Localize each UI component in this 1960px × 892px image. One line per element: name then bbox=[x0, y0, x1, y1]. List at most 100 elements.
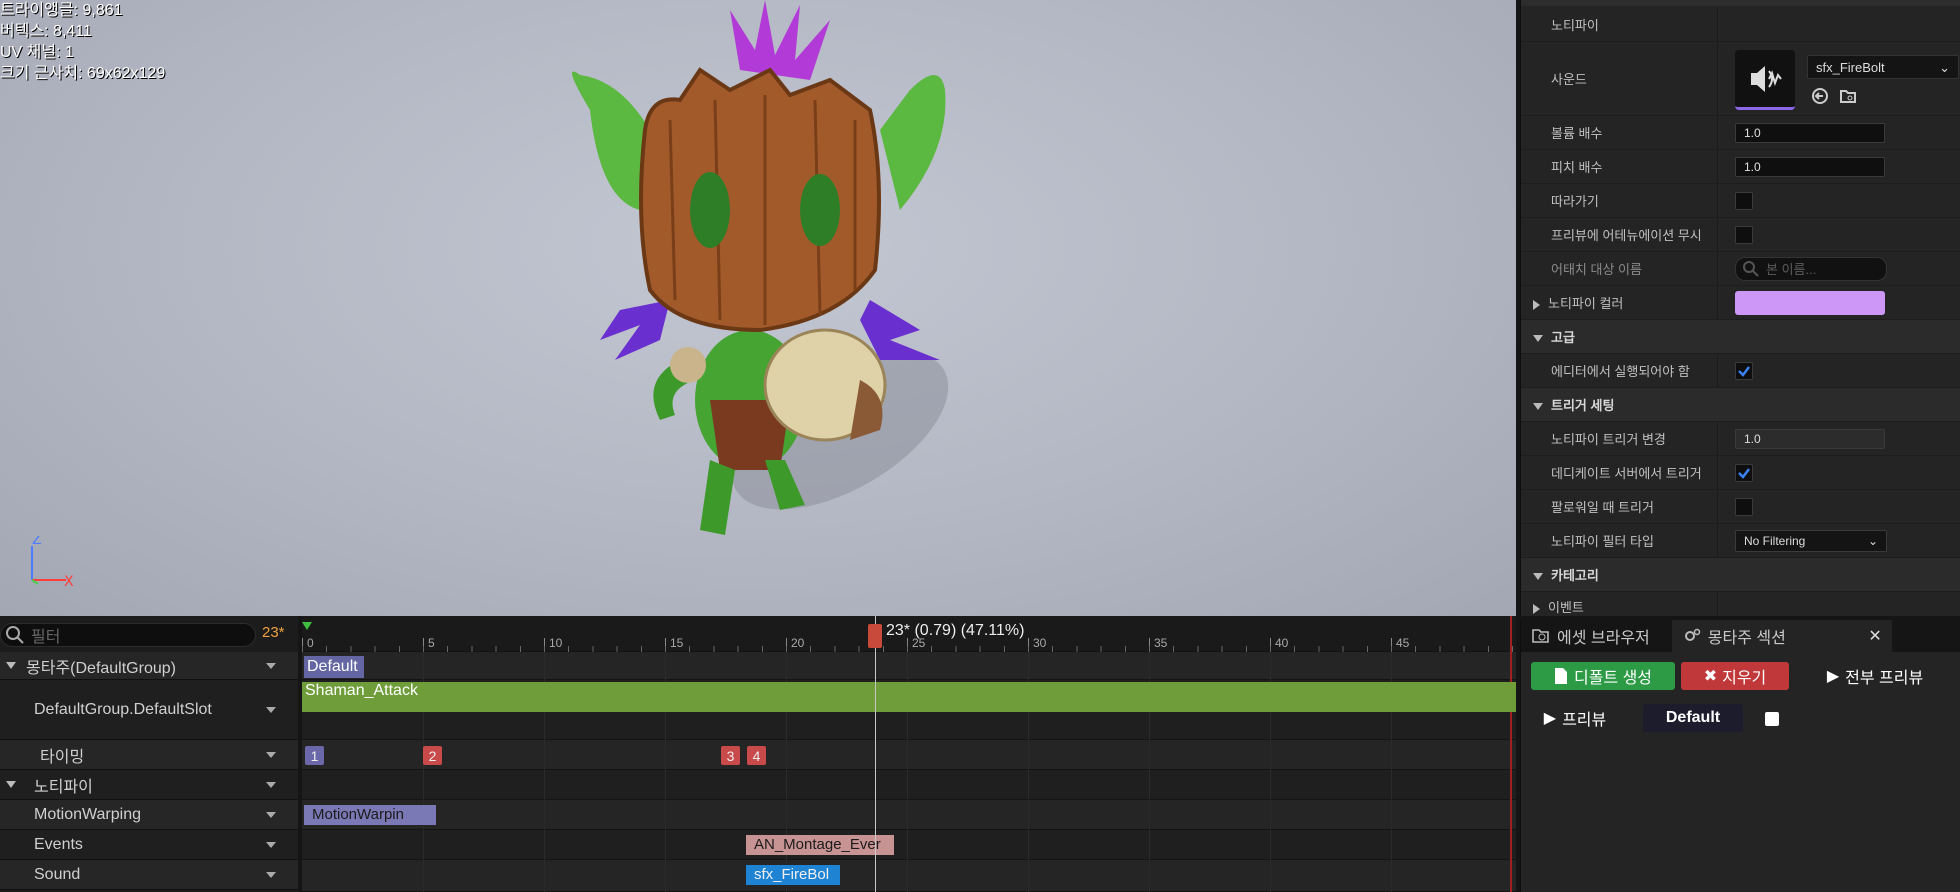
follow-label: 따라가기 bbox=[1551, 194, 1599, 209]
timing-marker-4[interactable]: 4 bbox=[747, 746, 766, 765]
sound-asset-name: sfx_FireBolt bbox=[1816, 60, 1885, 75]
tab-asset-browser[interactable]: 에셋 브라우저 bbox=[1521, 620, 1660, 652]
follow-checkbox[interactable] bbox=[1735, 191, 1753, 210]
document-icon bbox=[1554, 668, 1567, 684]
track-menu-arrow-icon[interactable] bbox=[266, 781, 276, 788]
row-follow: 따라가기 bbox=[1521, 184, 1960, 218]
notify-header-label: 노티파이 bbox=[1551, 18, 1599, 33]
attach-name-input[interactable]: 본 이름... bbox=[1735, 256, 1887, 281]
dedicated-server-checkbox[interactable] bbox=[1735, 463, 1753, 482]
axis-x-label: X bbox=[64, 574, 74, 590]
section-default-chip[interactable]: Default bbox=[1643, 704, 1743, 732]
sound-asset-picker[interactable]: sfx_FireBolt ⌄ bbox=[1807, 55, 1959, 79]
row-event: 이벤트 bbox=[1521, 592, 1960, 616]
filter-placeholder: 필터 bbox=[31, 629, 61, 646]
track-filter-input[interactable]: 필터 bbox=[0, 623, 256, 647]
row-volume: 볼륨 배수 1.0 bbox=[1521, 116, 1960, 150]
pitch-label: 피치 배수 bbox=[1551, 160, 1603, 175]
track-notify[interactable]: 노티파이 bbox=[0, 770, 298, 800]
panel-tab-bar: 에셋 브라우저 몽타주 섹션 ✕ bbox=[1521, 620, 1960, 652]
ruler-label-30: 30 bbox=[1033, 636, 1047, 650]
track-montage[interactable]: 몽타주(DefaultGroup) bbox=[0, 652, 298, 680]
anim-segment-shaman-attack[interactable]: Shaman_Attack bbox=[302, 682, 1516, 712]
notify-color-label[interactable]: 노티파이 컬러 bbox=[1521, 293, 1717, 312]
axis-gizmo: Z X bbox=[31, 536, 74, 590]
playhead-handle[interactable] bbox=[868, 624, 882, 648]
row-editor-run: 에디터에서 실행되어야 함 bbox=[1521, 354, 1960, 388]
row-follower-trigger: 팔로워일 때 트리거 bbox=[1521, 490, 1960, 524]
trigger-change-label: 노티파이 트리거 변경 bbox=[1551, 432, 1666, 447]
row-notify-color: 노티파이 컬러 bbox=[1521, 286, 1960, 320]
track-slot[interactable]: DefaultGroup.DefaultSlot bbox=[0, 680, 298, 740]
track-slot-label: DefaultGroup.DefaultSlot bbox=[34, 700, 212, 718]
end-marker[interactable] bbox=[1510, 616, 1512, 892]
section-loop-checkbox[interactable] bbox=[1765, 712, 1779, 726]
preview-button[interactable]: ▶ 프리뷰 bbox=[1535, 704, 1615, 732]
notify-color-swatch[interactable] bbox=[1735, 290, 1885, 315]
preview-viewport[interactable]: 트라이앵글: 9,861 버텍스: 8,411 UV 채널: 1 크기 근사치:… bbox=[0, 0, 1516, 616]
stat-triangles: 트라이앵글: 9,861 bbox=[0, 2, 123, 19]
track-menu-arrow-icon[interactable] bbox=[266, 811, 276, 818]
row-dedicated-server: 데디케이트 서버에서 트리거 bbox=[1521, 456, 1960, 490]
notify-motion-warping[interactable]: MotionWarpin bbox=[304, 805, 436, 825]
browse-asset-icon[interactable] bbox=[1839, 87, 1857, 105]
notify-sound-firebolt[interactable]: sfx_FireBol bbox=[746, 865, 840, 885]
track-timing-label: 타이밍 bbox=[40, 748, 85, 766]
ruler-label-20: 20 bbox=[791, 636, 805, 650]
clear-button[interactable]: ✖ 지우기 bbox=[1681, 662, 1789, 690]
section-default[interactable]: Default bbox=[304, 656, 364, 678]
sound-label: 사운드 bbox=[1551, 72, 1587, 87]
viewport-stats: 트라이앵글: 9,861 버텍스: 8,411 UV 채널: 1 크기 근사치:… bbox=[0, 0, 165, 84]
filter-type-label: 노티파이 필터 타입 bbox=[1551, 534, 1654, 549]
track-menu-arrow-icon[interactable] bbox=[266, 662, 276, 669]
track-timing[interactable]: 타이밍 bbox=[0, 740, 298, 770]
tab-montage-sections[interactable]: 몽타주 섹션 ✕ bbox=[1671, 620, 1892, 652]
montage-sections-panel: 에셋 브라우저 몽타주 섹션 ✕ 디폴트 생성 ✖ 지우기 ▶ 전부 프리뷰 ▶… bbox=[1520, 620, 1960, 892]
row-filter-type: 노티파이 필터 타입 No Filtering ⌄ bbox=[1521, 524, 1960, 558]
create-default-button[interactable]: 디폴트 생성 bbox=[1531, 662, 1675, 690]
track-sound[interactable]: Sound bbox=[0, 860, 298, 890]
details-panel: 노티파이 사운드 sfx_FireBolt ⌄ 볼륨 배수 1.0 피치 배수 … bbox=[1520, 0, 1960, 616]
attach-name-placeholder: 본 이름... bbox=[1766, 262, 1817, 277]
category-trigger-settings[interactable]: 트리거 세팅 bbox=[1521, 388, 1960, 422]
timing-marker-2[interactable]: 2 bbox=[423, 746, 442, 765]
tab-montage-sections-label: 몽타주 섹션 bbox=[1707, 630, 1786, 647]
track-motion-warping[interactable]: MotionWarping bbox=[0, 800, 298, 830]
collapse-arrow-icon bbox=[6, 662, 16, 669]
ruler-label-15: 15 bbox=[670, 636, 684, 650]
start-marker[interactable] bbox=[302, 622, 312, 630]
play-icon: ▶ bbox=[1826, 668, 1840, 685]
chevron-down-icon: ⌄ bbox=[1867, 533, 1878, 548]
filter-type-dropdown[interactable]: No Filtering ⌄ bbox=[1735, 529, 1887, 552]
ignore-attenuation-checkbox[interactable] bbox=[1735, 225, 1753, 244]
notify-montage-event[interactable]: AN_Montage_Ever bbox=[746, 835, 894, 855]
category-categories[interactable]: 카테고리 bbox=[1521, 558, 1960, 592]
preview-all-button[interactable]: ▶ 전부 프리뷰 bbox=[1801, 662, 1949, 690]
track-menu-arrow-icon[interactable] bbox=[266, 751, 276, 758]
collapse-arrow-icon bbox=[1533, 573, 1543, 581]
volume-input[interactable]: 1.0 bbox=[1735, 122, 1885, 143]
close-icon[interactable]: ✕ bbox=[1868, 626, 1881, 646]
playhead-label: 23* (0.79) (47.11%) bbox=[886, 622, 1025, 639]
expand-arrow-icon bbox=[1533, 603, 1540, 614]
follower-trigger-checkbox[interactable] bbox=[1735, 497, 1753, 516]
ruler-label-45: 45 bbox=[1396, 636, 1410, 650]
track-menu-arrow-icon[interactable] bbox=[266, 706, 276, 713]
track-notify-label: 노티파이 bbox=[34, 778, 93, 796]
event-label[interactable]: 이벤트 bbox=[1521, 597, 1717, 616]
track-menu-arrow-icon[interactable] bbox=[266, 871, 276, 878]
track-events[interactable]: Events bbox=[0, 830, 298, 860]
editor-run-label: 에디터에서 실행되어야 함 bbox=[1551, 364, 1690, 379]
use-selected-asset-icon[interactable] bbox=[1811, 87, 1829, 105]
ruler-label-0: 0 bbox=[307, 636, 314, 650]
category-advanced[interactable]: 고급 bbox=[1521, 320, 1960, 354]
pitch-input[interactable]: 1.0 bbox=[1735, 156, 1885, 177]
timing-marker-3[interactable]: 3 bbox=[721, 746, 740, 765]
x-icon: ✖ bbox=[1703, 668, 1718, 685]
trigger-change-input[interactable]: 1.0 bbox=[1735, 428, 1885, 449]
timing-marker-1[interactable]: 1 bbox=[305, 746, 324, 765]
sound-thumbnail[interactable] bbox=[1735, 50, 1795, 110]
timeline-grid[interactable]: 0 5 10 15 20 25 30 35 40 45 Default Sham… bbox=[302, 616, 1516, 892]
track-menu-arrow-icon[interactable] bbox=[266, 841, 276, 848]
editor-run-checkbox[interactable] bbox=[1735, 361, 1753, 380]
